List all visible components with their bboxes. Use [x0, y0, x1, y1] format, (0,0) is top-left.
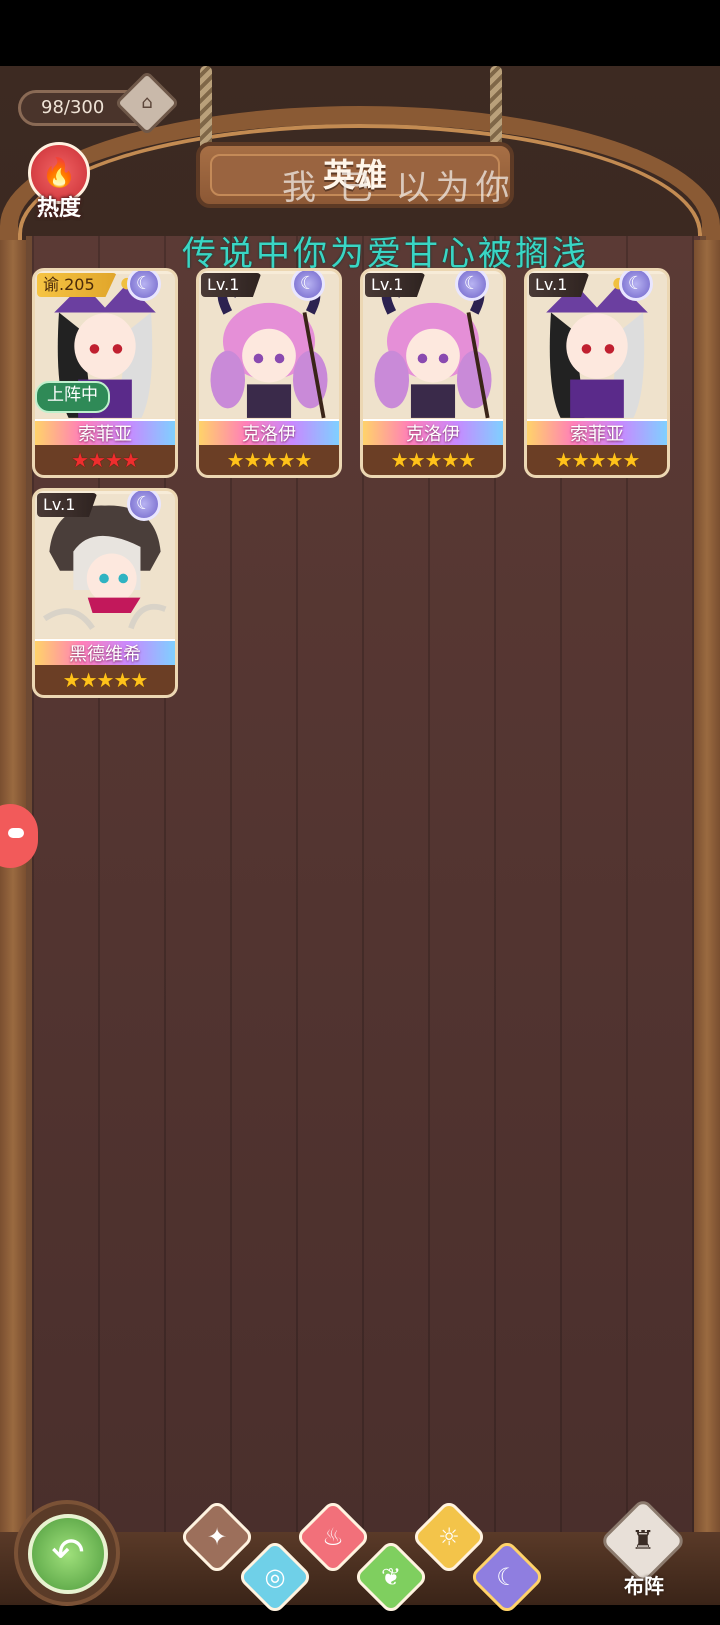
hero-card[interactable]: Lv.1 ☾ 克洛伊 ★★★★★ — [360, 268, 506, 478]
left-post — [0, 240, 26, 1540]
deployed-badge: 上阵中 — [35, 381, 110, 413]
flame-icon: 🔥 — [41, 156, 77, 189]
leaf-icon: ❦ — [380, 1563, 402, 1591]
hero-card[interactable]: Lv.1 ☾ 克洛伊 ★★★★★ — [196, 268, 342, 478]
star-icons: ★★★★★ — [554, 448, 641, 472]
moon-icon: ☾ — [127, 271, 161, 301]
sun-icon: ☼ — [438, 1523, 460, 1551]
hero-star-rating: ★★★★★ — [35, 665, 175, 695]
hero-level-tag: Lv.1 — [365, 273, 426, 297]
lyric-overlay-line1: 我 已 以为你 — [282, 168, 516, 208]
hero-card[interactable]: 谕.205 ☾ 上阵中 索菲亚 ★★★★ — [32, 268, 178, 478]
formation-label: 布阵 — [624, 1574, 664, 1598]
status-bar — [0, 0, 720, 66]
back-arrow-icon: ↶ — [51, 1530, 85, 1576]
hero-level-tag: Lv.1 — [529, 273, 590, 297]
star-icons: ★★★★★ — [62, 668, 149, 692]
chess-icon: ♜ — [631, 1526, 655, 1556]
hero-star-rating: ★★★★★ — [199, 445, 339, 475]
all-elements-icon: ✦ — [206, 1523, 228, 1551]
moon-icon: ☾ — [455, 271, 489, 301]
right-post — [694, 240, 720, 1540]
moon-icon: ☾ — [496, 1563, 518, 1591]
back-button[interactable]: ↶ — [28, 1514, 108, 1594]
hero-capacity-text: 98/300 — [41, 97, 105, 118]
moon-icon: ☾ — [291, 271, 325, 301]
moon-icon: ☾ — [127, 491, 161, 521]
heat-label: 热度 — [36, 196, 81, 221]
hero-level-tag: Lv.1 — [201, 273, 262, 297]
hero-level-tag: Lv.1 — [37, 493, 98, 517]
moon-icon: ☾ — [619, 271, 653, 301]
hero-card[interactable]: Lv.1 ☾ 黑德维希 ★★★★★ — [32, 488, 178, 698]
hero-card[interactable]: Lv.1 ☾ 索菲亚 ★★★★★ — [524, 268, 670, 478]
hero-star-rating: ★★★★★ — [363, 445, 503, 475]
star-icons: ★★★★★ — [226, 448, 313, 472]
fire-icon: ♨ — [322, 1523, 344, 1551]
star-icons: ★★★★★ — [390, 448, 477, 472]
water-icon: ◎ — [264, 1563, 286, 1591]
hero-level-tag: 谕.205 — [37, 273, 117, 297]
hero-star-rating: ★★★★ — [35, 445, 175, 475]
star-icons: ★★★★ — [71, 448, 140, 472]
hero-star-rating: ★★★★★ — [527, 445, 667, 475]
